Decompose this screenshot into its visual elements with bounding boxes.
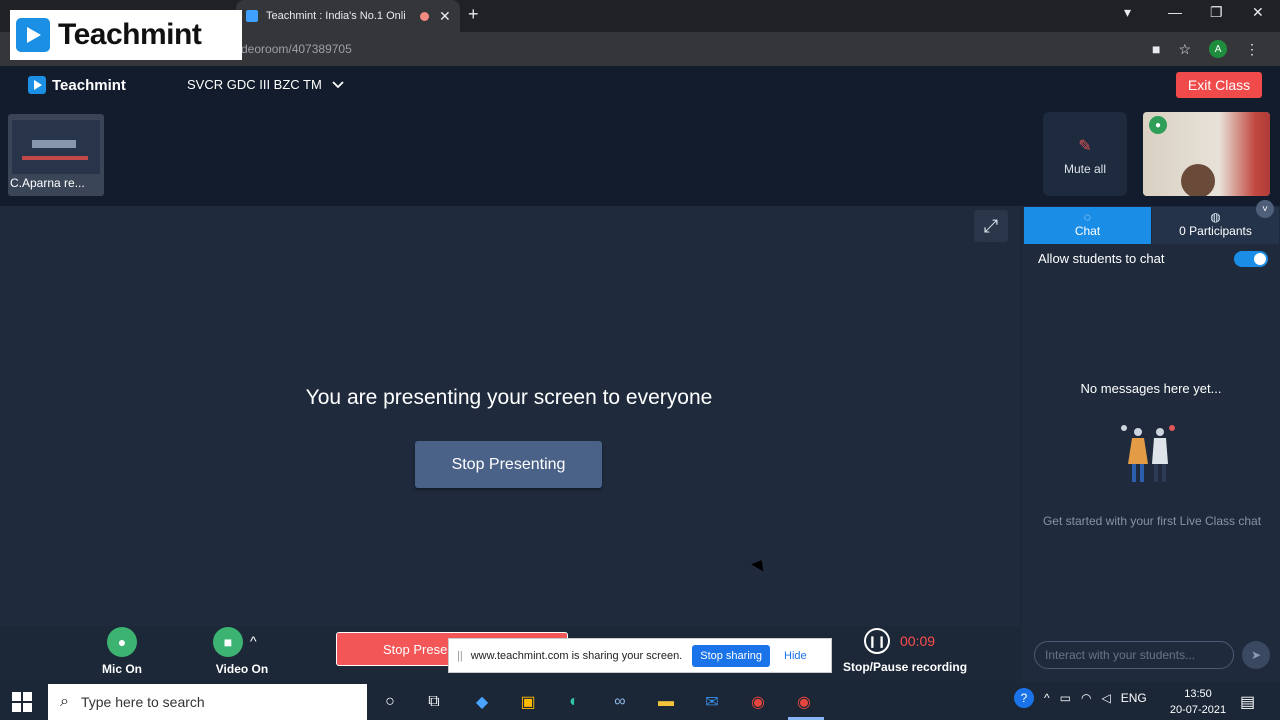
mute-all-label: Mute all — [1063, 162, 1107, 176]
windows-start-icon[interactable] — [12, 692, 32, 712]
app-logo-text: Teachmint — [52, 76, 126, 94]
store-icon[interactable]: ▣ — [516, 690, 540, 714]
system-tray: ? ^ ▭ ◠ ◁ ENG — [1014, 688, 1147, 708]
app-logo: Teachmint — [28, 76, 126, 94]
self-video-thumbnail[interactable]: C.Aparna re... — [8, 114, 104, 196]
pause-recording-icon[interactable]: ❙❙ — [864, 628, 890, 654]
chrome-active-icon[interactable]: ◉ — [792, 690, 816, 714]
taskbar-clock[interactable]: 13:50 20-07-2021 — [1168, 686, 1228, 718]
mail-icon[interactable]: ✉ — [700, 690, 724, 714]
screen-preview — [12, 120, 100, 174]
drag-handle-icon[interactable]: || — [457, 650, 463, 662]
bookmark-star-icon[interactable]: ☆ — [1178, 41, 1191, 58]
browser-tab[interactable]: Teachmint : India's No.1 Onli ✕ — [236, 0, 460, 32]
volume-icon[interactable]: ◁ — [1101, 691, 1110, 705]
allow-chat-label: Allow students to chat — [1038, 251, 1165, 266]
no-messages-title: No messages here yet... — [1080, 381, 1222, 396]
clock-date: 20-07-2021 — [1169, 704, 1227, 716]
chevron-up-icon[interactable]: ^ — [1044, 691, 1050, 705]
infinity-app-icon[interactable]: ∞ — [608, 690, 632, 714]
self-thumbnail-label: C.Aparna re... — [10, 176, 85, 190]
participant-face — [1181, 164, 1215, 196]
cortana-icon[interactable]: ○ — [378, 690, 402, 714]
edge-icon[interactable]: ◐ — [562, 690, 586, 714]
tab-chat[interactable]: ◌ Chat — [1024, 207, 1151, 244]
omnibox-icons: ■ ☆ A ⋮ — [1152, 40, 1259, 58]
recording-label: Stop/Pause recording — [843, 660, 968, 674]
url-text[interactable]: deoroom/407389705 — [241, 42, 352, 56]
tab-chat-label: Chat — [1074, 224, 1101, 238]
wifi-icon[interactable]: ◠ — [1081, 691, 1091, 705]
presentation-stage — [0, 206, 1020, 626]
microphone-icon: ● — [117, 634, 127, 650]
mic-off-icon: ✎ — [1078, 138, 1092, 155]
chevron-up-icon[interactable]: ^ — [250, 633, 257, 649]
video-camera-icon: ■ — [223, 634, 233, 650]
stop-sharing-button[interactable]: Stop sharing — [692, 644, 771, 667]
chrome-icon[interactable]: ◉ — [746, 690, 770, 714]
language-indicator[interactable]: ENG — [1121, 691, 1147, 705]
profile-avatar[interactable]: A — [1209, 40, 1228, 58]
minimize-icon[interactable]: — — [1168, 4, 1182, 20]
watermark-logo-text: Teachmint — [58, 18, 202, 51]
send-icon[interactable]: ➤ — [1242, 641, 1270, 669]
video-label: Video On — [215, 662, 269, 676]
chevron-down-icon — [332, 77, 344, 92]
dropbox-icon[interactable]: ◆ — [470, 690, 494, 714]
task-view-icon[interactable]: ⧉ — [422, 690, 446, 714]
close-window-icon[interactable]: ✕ — [1252, 4, 1264, 21]
help-icon[interactable]: ? — [1014, 688, 1034, 708]
mic-toggle-button[interactable]: ● — [107, 627, 137, 657]
teachmint-favicon-icon — [246, 10, 258, 22]
class-selector[interactable]: SVCR GDC III BZC TM — [187, 77, 344, 92]
taskbar-search-placeholder: Type here to search — [80, 694, 205, 710]
class-name: SVCR GDC III BZC TM — [187, 77, 322, 92]
fullscreen-expand-icon[interactable]: ⤢ — [974, 210, 1008, 242]
tab-search-icon[interactable]: ▾ — [1124, 4, 1131, 21]
collapse-panel-icon[interactable]: ˅ — [1256, 200, 1274, 218]
stop-presenting-button[interactable]: Stop Presenting — [415, 441, 602, 488]
tab-participants-label: 0 Participants — [1179, 224, 1252, 238]
recording-dot-icon — [420, 11, 429, 21]
exit-class-button[interactable]: Exit Class — [1176, 72, 1262, 98]
share-message: www.teachmint.com is sharing your screen… — [470, 649, 683, 662]
camera-in-use-icon[interactable]: ■ — [1152, 41, 1160, 57]
recording-timer: 00:09 — [900, 633, 936, 649]
empty-chat-hint: Get started with your first Live Class c… — [1042, 514, 1262, 528]
hide-share-bar-button[interactable]: Hide — [784, 650, 807, 662]
clock-time: 13:50 — [1184, 688, 1212, 700]
screen-share-notification: || www.teachmint.com is sharing your scr… — [448, 638, 832, 673]
restore-icon[interactable]: ❐ — [1210, 4, 1223, 21]
browser-tab-title: Teachmint : India's No.1 Onli — [266, 10, 406, 22]
browser-menu-icon[interactable]: ⋮ — [1245, 41, 1259, 58]
close-tab-icon[interactable]: ✕ — [439, 8, 451, 25]
presenting-message: You are presenting your screen to everyo… — [305, 386, 713, 409]
mic-on-icon: ● — [1149, 116, 1167, 134]
teachmint-logo-icon — [28, 76, 46, 94]
battery-icon[interactable]: ▭ — [1060, 691, 1071, 705]
video-toggle-button[interactable]: ■ — [213, 627, 243, 657]
search-icon: ⌕ — [60, 693, 69, 710]
mic-label: Mic On — [101, 662, 142, 676]
taskbar-search-box[interactable]: ⌕ Type here to search — [48, 684, 367, 720]
chat-bubble-icon: ◌ — [1083, 210, 1092, 224]
notification-center-icon[interactable]: ▤ — [1240, 692, 1255, 712]
mute-all-button[interactable]: ✎ Mute all — [1043, 112, 1127, 196]
allow-chat-toggle[interactable] — [1234, 251, 1268, 267]
file-explorer-icon[interactable]: ▬ — [654, 690, 678, 714]
participant-video-tile[interactable]: ● — [1143, 112, 1270, 196]
chat-message-input[interactable] — [1034, 641, 1234, 669]
teachmint-watermark-logo: Teachmint — [10, 10, 242, 60]
teachmint-logo-icon — [16, 18, 50, 52]
people-illustration-icon — [1114, 424, 1186, 486]
new-tab-icon[interactable]: + — [468, 4, 479, 25]
